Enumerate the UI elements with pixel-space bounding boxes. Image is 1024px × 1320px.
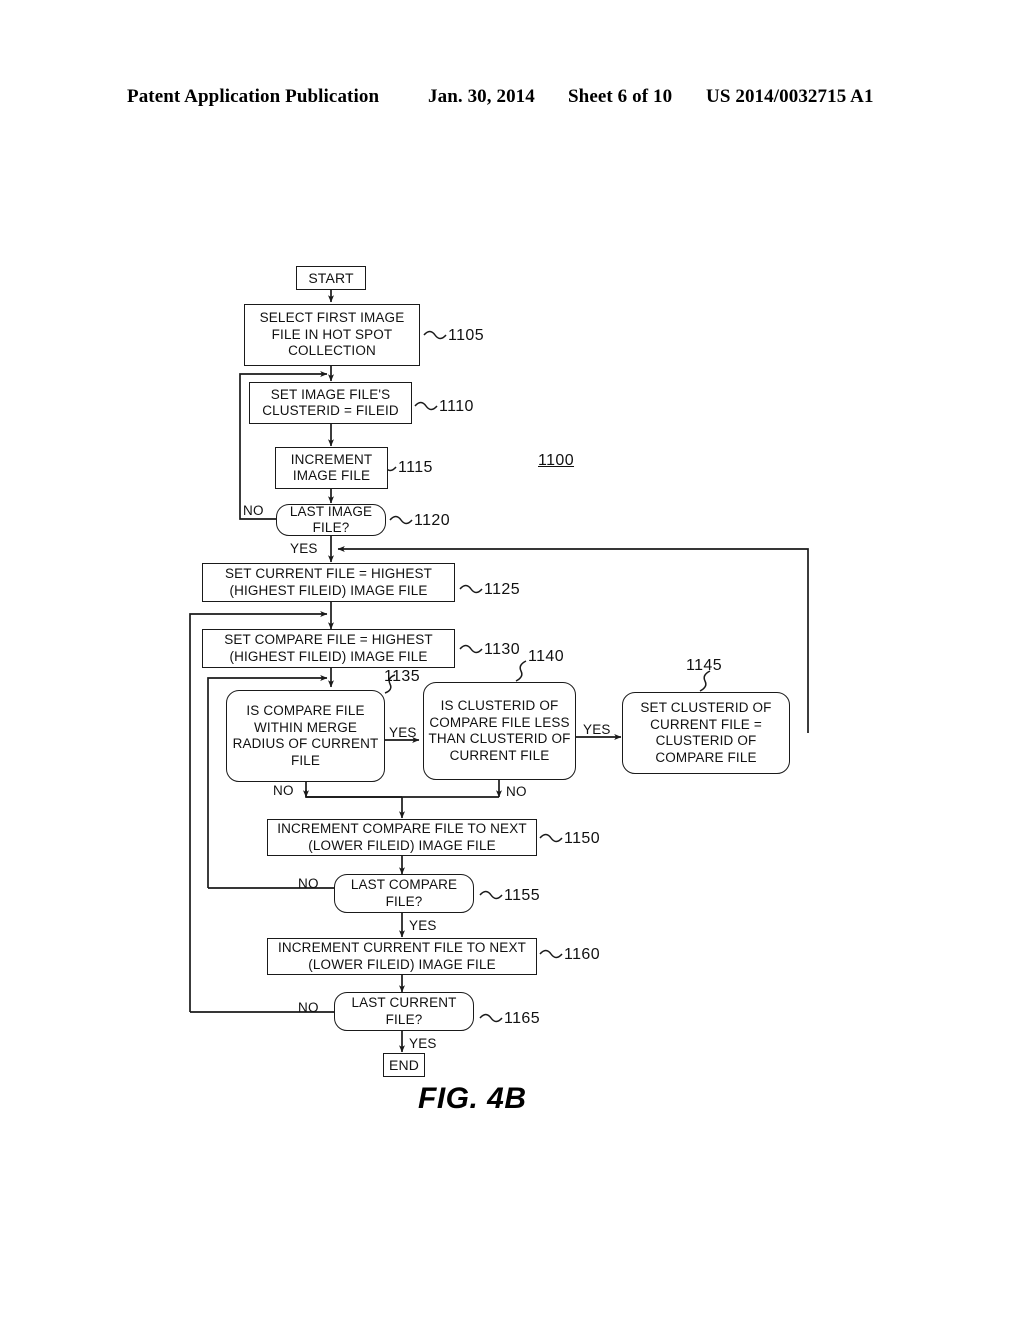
node-is-clusterid-less-than-decision[interactable]: IS CLUSTERID OF COMPARE FILE LESS THAN C… <box>423 682 576 780</box>
ref-numeral-1160: 1160 <box>564 946 601 963</box>
node-set-current-file[interactable]: SET CURRENT FILE = HIGHEST (HIGHEST FILE… <box>202 563 455 602</box>
ref-numeral-1155: 1155 <box>504 887 541 904</box>
ref-numeral-1145: 1145 <box>686 657 723 674</box>
ref-numeral-1130: 1130 <box>484 641 521 658</box>
figure-caption: FIG. 4B <box>418 1082 527 1115</box>
edge-label-within-radius-yes: YES <box>389 725 417 740</box>
node-increment-current-file[interactable]: INCREMENT CURRENT FILE TO NEXT (LOWER FI… <box>267 938 537 975</box>
edge-label-clusterid-less-yes: YES <box>583 722 611 737</box>
node-increment-compare-file[interactable]: INCREMENT COMPARE FILE TO NEXT (LOWER FI… <box>267 819 537 856</box>
edge-label-last-current-file-yes: YES <box>409 1036 437 1051</box>
flowchart-connectors <box>189 290 809 1053</box>
node-increment-image-file[interactable]: INCREMENT IMAGE FILE <box>275 447 388 489</box>
edge-label-clusterid-less-no: NO <box>506 784 527 799</box>
ref-numeral-1100: 1100 <box>538 452 575 469</box>
node-select-first-image-file[interactable]: SELECT FIRST IMAGE FILE IN HOT SPOT COLL… <box>244 304 420 366</box>
ref-numeral-1115: 1115 <box>398 459 433 476</box>
edge-label-last-image-file-yes: YES <box>290 541 318 556</box>
flowchart-figure: START SELECT FIRST IMAGE FILE IN HOT SPO… <box>0 0 1024 1320</box>
node-end[interactable]: END <box>383 1053 425 1077</box>
ref-numeral-1150: 1150 <box>564 830 601 847</box>
node-last-compare-file-decision[interactable]: LAST COMPARE FILE? <box>334 874 474 913</box>
node-set-clusterid-of-current-file[interactable]: SET CLUSTERID OF CURRENT FILE = CLUSTERI… <box>622 692 790 774</box>
ref-numeral-1105: 1105 <box>448 327 485 344</box>
ref-numeral-1165: 1165 <box>504 1010 541 1027</box>
ref-numeral-1140: 1140 <box>528 648 565 665</box>
ref-numeral-1125: 1125 <box>484 581 521 598</box>
ref-numeral-1110: 1110 <box>439 398 474 415</box>
node-set-image-file-clusterid[interactable]: SET IMAGE FILE'S CLUSTERID = FILEID <box>249 382 412 424</box>
edge-label-last-current-file-no: NO <box>298 1000 319 1015</box>
node-set-compare-file[interactable]: SET COMPARE FILE = HIGHEST (HIGHEST FILE… <box>202 629 455 668</box>
node-last-image-file-decision[interactable]: LAST IMAGE FILE? <box>276 504 386 536</box>
edge-label-last-compare-file-yes: YES <box>409 918 437 933</box>
edge-label-last-image-file-no: NO <box>243 503 264 518</box>
edge-label-last-compare-file-no: NO <box>298 876 319 891</box>
node-is-compare-file-within-merge-radius-decision[interactable]: IS COMPARE FILE WITHIN MERGE RADIUS OF C… <box>226 690 385 782</box>
ref-numeral-1120: 1120 <box>414 512 451 529</box>
ref-numeral-1135: 1135 <box>384 668 421 685</box>
node-last-current-file-decision[interactable]: LAST CURRENT FILE? <box>334 992 474 1031</box>
node-start[interactable]: START <box>296 266 366 290</box>
edge-label-within-radius-no: NO <box>273 783 294 798</box>
